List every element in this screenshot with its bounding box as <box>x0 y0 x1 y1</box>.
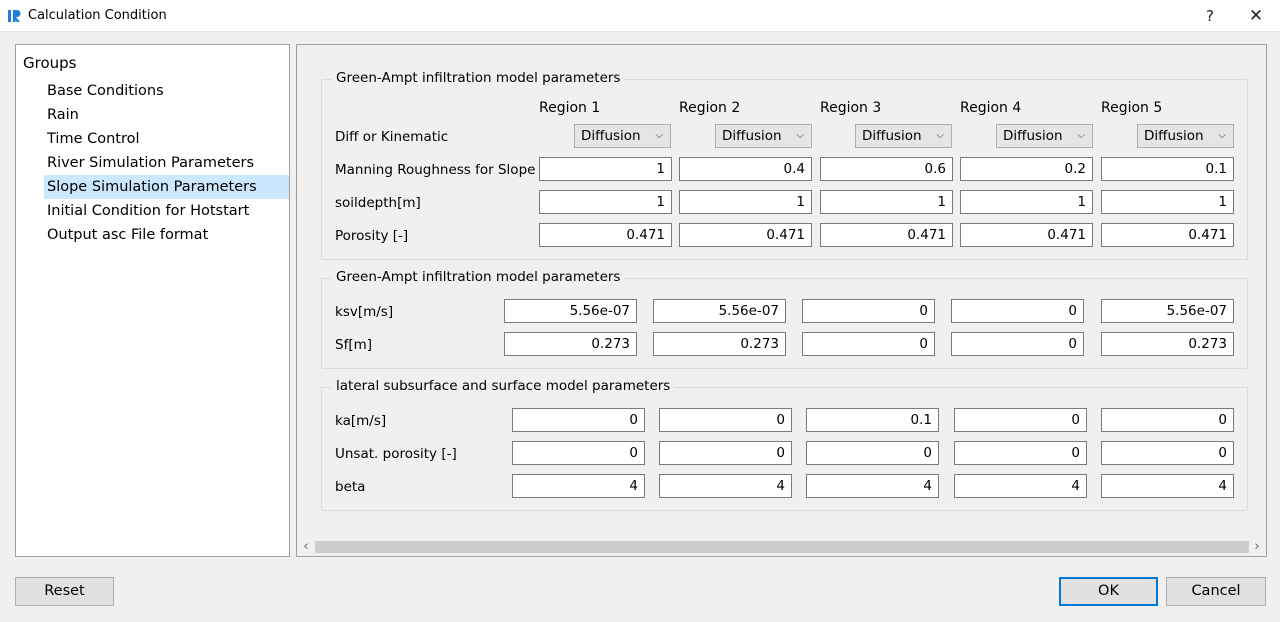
ka-field[interactable]: 0 <box>1101 408 1234 432</box>
row-label: Unsat. porosity [-] <box>335 446 457 462</box>
row-label: ka[m/s] <box>335 413 387 429</box>
combo-value: Diffusion <box>862 128 922 144</box>
section2-title: Green-Ampt infiltration model parameters <box>332 269 625 285</box>
settings-scroll-area: Green-Ampt infiltration model parameters… <box>297 45 1266 538</box>
green-ampt-groupbox-1: Green-Ampt infiltration model parameters… <box>321 70 1248 260</box>
region-header: Region 1 <box>539 100 601 116</box>
tree-item-rain[interactable]: Rain <box>44 103 289 127</box>
diff-kinematic-select[interactable]: Diffusion ⌵ <box>715 124 812 148</box>
manning-field[interactable]: 0.1 <box>1101 157 1234 181</box>
row-label: ksv[m/s] <box>335 304 394 320</box>
beta-field[interactable]: 4 <box>954 474 1087 498</box>
ka-field[interactable]: 0 <box>954 408 1087 432</box>
row-label: Porosity [-] <box>335 228 409 244</box>
reset-button[interactable]: Reset <box>15 577 114 606</box>
row-label: soildepth[m] <box>335 195 421 211</box>
ksv-field[interactable]: 5.56e-07 <box>653 299 786 323</box>
porosity-field[interactable]: 0.471 <box>820 223 953 247</box>
help-button[interactable]: ? <box>1197 4 1223 28</box>
manning-field[interactable]: 0.4 <box>679 157 812 181</box>
chevron-down-icon: ⌵ <box>1218 130 1226 141</box>
manning-field[interactable]: 1 <box>539 157 672 181</box>
diff-kinematic-select[interactable]: Diffusion ⌵ <box>855 124 952 148</box>
porosity-field[interactable]: 0.471 <box>960 223 1093 247</box>
chevron-down-icon: ⌵ <box>655 130 663 141</box>
chevron-down-icon: ⌵ <box>796 130 804 141</box>
window-title: Calculation Condition <box>28 8 167 23</box>
tree-item-river-simulation[interactable]: River Simulation Parameters <box>44 151 289 175</box>
soildepth-field[interactable]: 1 <box>1101 190 1234 214</box>
row-label: Manning Roughness for Slope <box>335 162 536 178</box>
ok-button[interactable]: OK <box>1059 577 1158 606</box>
beta-field[interactable]: 4 <box>1101 474 1234 498</box>
scroll-left-icon[interactable]: ‹ <box>299 539 313 555</box>
soildepth-field[interactable]: 1 <box>960 190 1093 214</box>
diff-kinematic-select[interactable]: Diffusion ⌵ <box>574 124 671 148</box>
section1-title: Green-Ampt infiltration model parameters <box>332 70 625 86</box>
row-label: beta <box>335 479 366 495</box>
cancel-button[interactable]: Cancel <box>1166 577 1266 606</box>
manning-field[interactable]: 0.6 <box>820 157 953 181</box>
soildepth-field[interactable]: 1 <box>820 190 953 214</box>
sf-field[interactable]: 0 <box>802 332 935 356</box>
combo-value: Diffusion <box>581 128 641 144</box>
unsat-porosity-field[interactable]: 0 <box>806 441 939 465</box>
ksv-field[interactable]: 0 <box>951 299 1084 323</box>
combo-value: Diffusion <box>722 128 782 144</box>
region-header: Region 2 <box>679 100 741 116</box>
green-ampt-groupbox-2: Green-Ampt infiltration model parameters… <box>321 269 1248 369</box>
sf-field[interactable]: 0.273 <box>653 332 786 356</box>
ka-field[interactable]: 0 <box>512 408 645 432</box>
sf-field[interactable]: 0.273 <box>1101 332 1234 356</box>
app-logo-icon <box>8 10 21 22</box>
ksv-field[interactable]: 5.56e-07 <box>504 299 637 323</box>
sf-field[interactable]: 0 <box>951 332 1084 356</box>
beta-field[interactable]: 4 <box>512 474 645 498</box>
chevron-down-icon: ⌵ <box>1077 130 1085 141</box>
settings-panel: Green-Ampt infiltration model parameters… <box>296 44 1267 557</box>
groups-panel: Groups Base Conditions Rain Time Control… <box>15 44 290 557</box>
ka-field[interactable]: 0.1 <box>806 408 939 432</box>
beta-field[interactable]: 4 <box>659 474 792 498</box>
region-header: Region 4 <box>960 100 1022 116</box>
region-header: Region 3 <box>820 100 882 116</box>
diff-kinematic-label: Diff or Kinematic <box>335 129 449 145</box>
tree-item-slope-simulation[interactable]: Slope Simulation Parameters <box>44 175 289 199</box>
close-button[interactable]: ✕ <box>1243 4 1269 28</box>
ksv-field[interactable]: 5.56e-07 <box>1101 299 1234 323</box>
unsat-porosity-field[interactable]: 0 <box>659 441 792 465</box>
scroll-right-icon[interactable]: › <box>1250 539 1264 555</box>
beta-field[interactable]: 4 <box>806 474 939 498</box>
ksv-field[interactable]: 0 <box>802 299 935 323</box>
porosity-field[interactable]: 0.471 <box>1101 223 1234 247</box>
unsat-porosity-field[interactable]: 0 <box>954 441 1087 465</box>
region-header: Region 5 <box>1101 100 1163 116</box>
combo-value: Diffusion <box>1003 128 1063 144</box>
sf-field[interactable]: 0.273 <box>504 332 637 356</box>
groups-title: Groups <box>23 54 77 72</box>
section3-title: lateral subsurface and surface model par… <box>332 378 675 394</box>
tree-item-base-conditions[interactable]: Base Conditions <box>44 79 289 103</box>
title-bar: Calculation Condition ? ✕ <box>0 0 1280 32</box>
ka-field[interactable]: 0 <box>659 408 792 432</box>
chevron-down-icon: ⌵ <box>936 130 944 141</box>
tree-item-initial-condition[interactable]: Initial Condition for Hotstart <box>44 199 289 223</box>
porosity-field[interactable]: 0.471 <box>539 223 672 247</box>
manning-field[interactable]: 0.2 <box>960 157 1093 181</box>
scrollbar-thumb[interactable] <box>315 541 1249 553</box>
tree-item-time-control[interactable]: Time Control <box>44 127 289 151</box>
unsat-porosity-field[interactable]: 0 <box>1101 441 1234 465</box>
porosity-field[interactable]: 0.471 <box>679 223 812 247</box>
tree-item-output-asc[interactable]: Output asc File format <box>44 223 289 247</box>
lateral-subsurface-groupbox: lateral subsurface and surface model par… <box>321 378 1248 511</box>
row-label: Sf[m] <box>335 337 373 353</box>
unsat-porosity-field[interactable]: 0 <box>512 441 645 465</box>
soildepth-field[interactable]: 1 <box>539 190 672 214</box>
diff-kinematic-select[interactable]: Diffusion ⌵ <box>996 124 1093 148</box>
soildepth-field[interactable]: 1 <box>679 190 812 214</box>
diff-kinematic-select[interactable]: Diffusion ⌵ <box>1137 124 1234 148</box>
horizontal-scrollbar[interactable]: ‹ › <box>297 538 1266 556</box>
combo-value: Diffusion <box>1144 128 1204 144</box>
